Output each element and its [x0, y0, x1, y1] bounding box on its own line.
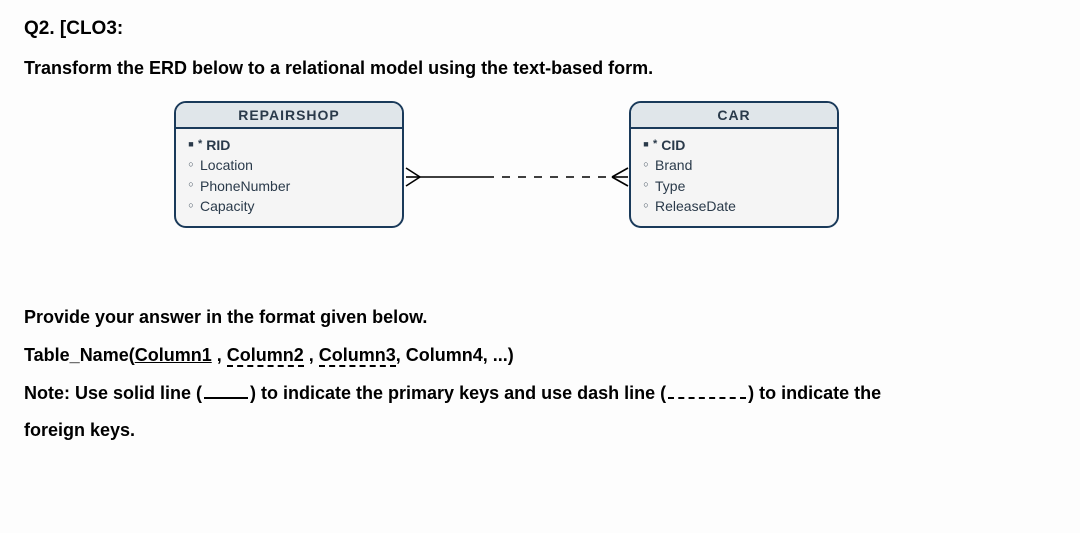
attribute-pk: * RID — [186, 135, 392, 155]
attribute-row: Capacity — [186, 196, 392, 216]
attribute-row: Brand — [641, 155, 827, 175]
attribute-label: RID — [206, 135, 230, 155]
note-line: Note: Use solid line ( ) to indicate the … — [24, 375, 1056, 413]
note-suffix: ) to indicate the — [748, 383, 881, 403]
star-icon: * — [198, 137, 202, 153]
note-line-2: foreign keys. — [24, 412, 1056, 450]
attribute-label: PhoneNumber — [200, 176, 290, 196]
attribute-label: Location — [200, 155, 253, 175]
sep: , — [304, 345, 319, 365]
attribute-label: Type — [655, 176, 685, 196]
attribute-row: Location — [186, 155, 392, 175]
attribute-label: Brand — [655, 155, 692, 175]
entity-title: CAR — [631, 103, 837, 129]
circle-marker-icon — [641, 199, 651, 214]
sep: , — [212, 345, 227, 365]
answer-instructions: Provide your answer in the format given … — [24, 299, 1056, 450]
dash-line-sample-icon — [668, 385, 746, 399]
circle-marker-icon — [641, 158, 651, 173]
entity-repairshop: REPAIRSHOP * RID Location PhoneNumber Ca… — [174, 101, 404, 228]
attribute-row: Type — [641, 176, 827, 196]
entity-car: CAR * CID Brand Type ReleaseDate — [629, 101, 839, 228]
format-prefix: Table_Name( — [24, 345, 135, 365]
attribute-pk: * CID — [641, 135, 827, 155]
circle-marker-icon — [641, 178, 651, 193]
pk-marker-icon — [641, 138, 651, 153]
col3-u-dash: Column3 — [319, 345, 396, 367]
note-prefix: Note: Use solid line ( — [24, 383, 202, 403]
relationship-connector — [406, 157, 628, 197]
pk-marker-icon — [186, 138, 196, 153]
attribute-row: PhoneNumber — [186, 176, 392, 196]
col4-suffix: , Column4, ...) — [396, 345, 514, 365]
entity-attributes: * RID Location PhoneNumber Capacity — [176, 129, 402, 226]
erd-diagram: REPAIRSHOP * RID Location PhoneNumber Ca… — [174, 101, 1074, 271]
attribute-label: ReleaseDate — [655, 196, 736, 216]
question-header: Q2. [CLO3: — [24, 18, 1056, 40]
solid-line-sample-icon — [204, 385, 248, 399]
star-icon: * — [653, 137, 657, 153]
attribute-label: Capacity — [200, 196, 254, 216]
entity-title: REPAIRSHOP — [176, 103, 402, 129]
note-mid: ) to indicate the primary keys and use d… — [250, 383, 666, 403]
circle-marker-icon — [186, 178, 196, 193]
instruction-line-1: Provide your answer in the format given … — [24, 299, 1056, 337]
col1-u-solid: Column1 — [135, 345, 212, 365]
circle-marker-icon — [186, 158, 196, 173]
circle-marker-icon — [186, 199, 196, 214]
format-example: Table_Name(Column1 , Column2 , Column3, … — [24, 337, 1056, 375]
question-prompt: Transform the ERD below to a relational … — [24, 58, 1056, 79]
entity-attributes: * CID Brand Type ReleaseDate — [631, 129, 837, 226]
attribute-row: ReleaseDate — [641, 196, 827, 216]
attribute-label: CID — [661, 135, 685, 155]
col2-u-dash: Column2 — [227, 345, 304, 367]
